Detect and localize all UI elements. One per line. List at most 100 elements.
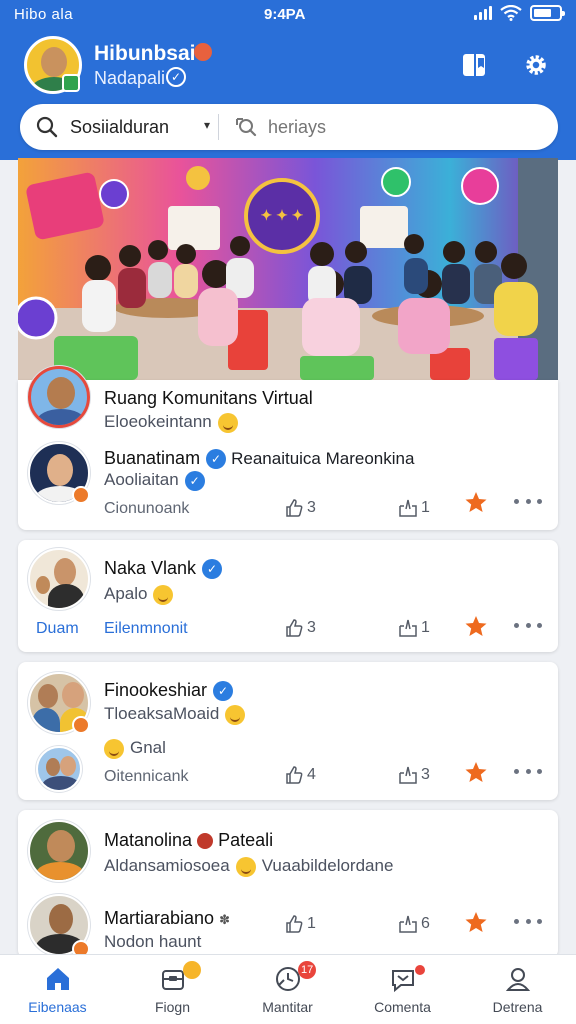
post-title: Matanolina Pateali	[104, 830, 274, 850]
star-icon[interactable]	[464, 760, 488, 784]
nav-label: Comenta	[374, 999, 431, 1015]
search-input[interactable]	[268, 117, 548, 138]
post-card[interactable]: Finookeshiar ✓ TloeaksaMoaid Gnal Oitenni…	[18, 662, 558, 800]
share-button[interactable]: 1	[398, 498, 430, 518]
svg-text:✦ ✦ ✦: ✦ ✦ ✦	[261, 207, 304, 223]
search-category-label[interactable]: Sosiialduran	[70, 117, 169, 138]
share-count: 6	[421, 915, 430, 932]
smile-emoji-icon	[225, 704, 246, 725]
more-options-icon[interactable]	[514, 769, 542, 777]
record-dot-icon	[197, 833, 214, 850]
like-button[interactable]: 4	[284, 765, 316, 785]
post-title: Ruang Komunitans Virtual	[104, 388, 313, 408]
online-status-icon	[62, 74, 80, 92]
home-icon	[47, 968, 69, 990]
signal-icon	[474, 6, 492, 20]
status-time: 9:4PA	[264, 6, 306, 23]
avatar[interactable]	[28, 548, 90, 610]
gear-icon[interactable]	[522, 52, 550, 78]
nav-item-home[interactable]: Eibenaas	[0, 955, 115, 1024]
more-options-icon[interactable]	[514, 499, 542, 507]
like-count: 4	[307, 766, 316, 783]
reply-author: Buanatinam ✓ Reanaituica Mareonkina	[104, 448, 415, 470]
thumbs-up-icon	[286, 766, 303, 784]
post-card[interactable]: Ruang Komunitans Virtual Eloeokeintann B…	[18, 366, 558, 530]
verified-icon: ✓	[213, 681, 234, 702]
star-icon[interactable]	[464, 910, 488, 934]
search-icon[interactable]	[36, 116, 58, 138]
smile-emoji-icon	[104, 738, 124, 759]
post-footer-link[interactable]: Eilenmnonit	[104, 620, 188, 638]
battery-icon	[530, 5, 565, 21]
search-bar[interactable]: Sosiialduran ▾	[20, 104, 558, 150]
like-count: 3	[307, 499, 316, 516]
status-indicators	[474, 5, 565, 21]
verified-outline-icon: ✓	[166, 67, 186, 87]
smile-emoji-icon	[217, 412, 238, 433]
banner-illustration: ✦ ✦ ✦	[18, 158, 558, 380]
share-box-icon	[399, 619, 417, 637]
carrier-label: Hibo ala	[14, 6, 74, 23]
share-count: 1	[421, 499, 430, 516]
post-card[interactable]: Naka Vlank ✓ Apalo Duam Eilenmnonit 3 1	[18, 540, 558, 652]
share-box-icon	[399, 915, 417, 933]
emoji-badge-icon	[183, 961, 201, 979]
post-title: Naka Vlank ✓	[104, 558, 223, 580]
post-card[interactable]: Matanolina Pateali Aldansamiosoea Vuaabil…	[18, 810, 558, 958]
nav-item-profile[interactable]: Detrena	[460, 955, 575, 1024]
like-button[interactable]: 3	[284, 498, 316, 518]
verified-icon: ✓	[202, 559, 223, 580]
person-icon	[505, 968, 531, 991]
notification-badge-icon	[194, 43, 212, 61]
post-footer-link[interactable]: Duam	[36, 620, 79, 638]
share-box-icon	[399, 499, 417, 517]
reply-subtitle: Aooliaitan ✓	[104, 470, 205, 491]
share-box-icon	[399, 766, 417, 784]
nav-item-comments[interactable]: Comenta	[345, 955, 460, 1024]
avatar[interactable]	[28, 820, 90, 882]
smile-emoji-icon	[153, 584, 174, 605]
badge-icon	[72, 486, 90, 504]
like-count: 1	[307, 915, 316, 932]
reply-author: Martiarabiano ✽	[104, 908, 230, 928]
share-button[interactable]: 6	[398, 914, 430, 934]
verified-icon: ✓	[184, 470, 205, 491]
bookmark-book-icon[interactable]	[462, 52, 490, 78]
share-button[interactable]: 3	[398, 765, 430, 785]
nav-label: Detrena	[492, 999, 543, 1015]
thumbs-up-icon	[286, 619, 303, 637]
chevron-down-icon[interactable]: ▾	[204, 118, 210, 132]
profile-subtitle: Nadapali	[94, 68, 166, 88]
nav-item-blog[interactable]: Fiogn	[115, 955, 230, 1024]
like-count: 3	[307, 619, 316, 636]
share-count: 1	[421, 619, 430, 636]
share-button[interactable]: 1	[398, 618, 430, 638]
share-count: 3	[421, 766, 430, 783]
post-footer-label: Oitennicank	[104, 768, 189, 785]
nav-item-monitor[interactable]: 17 Mantitar	[230, 955, 345, 1024]
star-icon[interactable]	[464, 614, 488, 638]
star-icon[interactable]	[464, 490, 488, 514]
nav-label: Eibenaas	[28, 999, 87, 1015]
community-banner-image: ✦ ✦ ✦	[18, 158, 558, 380]
more-options-icon[interactable]	[514, 623, 542, 631]
thumbs-up-icon	[286, 915, 303, 933]
like-button[interactable]: 1	[284, 914, 316, 934]
more-options-icon[interactable]	[514, 919, 542, 927]
post-subtitle: Eloeokeintann	[104, 412, 238, 433]
bottom-navigation: Eibenaas Fiogn 17 Mantitar Comenta Detre…	[0, 954, 576, 1024]
like-button[interactable]: 3	[284, 618, 316, 638]
avatar[interactable]	[28, 366, 90, 428]
status-bar: Hibo ala 9:4PA	[0, 0, 576, 30]
nav-label: Fiogn	[154, 999, 191, 1015]
post-subtitle: Apalo	[104, 584, 174, 605]
smile-emoji-icon	[235, 856, 256, 877]
reply-text: Gnal	[104, 738, 166, 759]
notification-dot-icon	[415, 965, 425, 975]
wifi-icon	[500, 5, 522, 21]
avatar[interactable]	[36, 746, 82, 792]
paw-icon: ✽	[219, 912, 230, 927]
search-divider	[218, 114, 219, 140]
profile-name[interactable]: Hibunbsai	[94, 42, 196, 66]
people-search-icon[interactable]	[234, 116, 258, 138]
